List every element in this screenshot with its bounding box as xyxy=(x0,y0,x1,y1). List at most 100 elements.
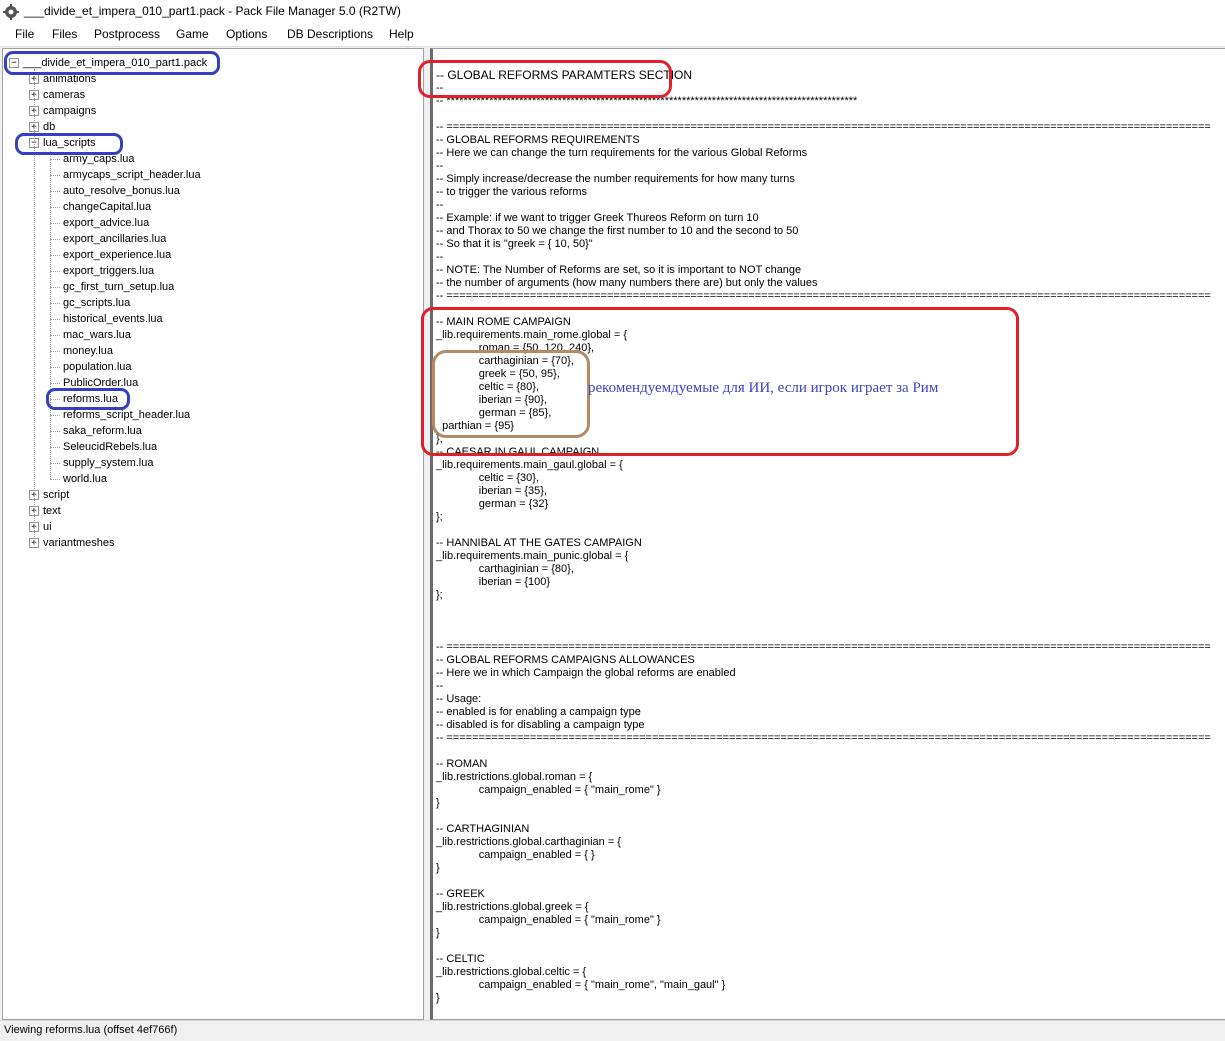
tree-file-item[interactable]: world.lua xyxy=(61,471,109,487)
tree-connector xyxy=(50,367,60,368)
splitter[interactable] xyxy=(424,48,429,1018)
tree-file-item[interactable]: SeleucidRebels.lua xyxy=(61,439,159,455)
tree-folder-ui[interactable]: ui xyxy=(41,519,54,535)
code-line: -- to trigger the various reforms xyxy=(436,186,587,198)
status-bar: Viewing reforms.lua (offset 4ef766f) xyxy=(0,1020,1225,1041)
tree-file-item[interactable]: money.lua xyxy=(61,343,115,359)
tree-connector xyxy=(50,223,60,224)
code-line: -- GREEK xyxy=(436,888,485,900)
code-line: -- CARTHAGINIAN xyxy=(436,823,530,835)
section-title-highlight-mark xyxy=(418,60,672,98)
pack-tree-view[interactable]: − ___divide_et_impera_010_part1.pack + anim… xyxy=(2,48,424,1020)
tree-folder-script[interactable]: script xyxy=(41,487,71,503)
code-line: -- NOTE: The Number of Reforms are set, … xyxy=(436,264,802,276)
tree-connector xyxy=(50,191,60,192)
tree-file-item[interactable]: changeCapital.lua xyxy=(61,199,153,215)
menu-postprocess[interactable]: Postprocess xyxy=(94,27,160,41)
tree-file-item[interactable]: gc_scripts.lua xyxy=(61,295,132,311)
annotation-note: рекомендуемдуемые для ИИ, если игрок игр… xyxy=(588,380,939,396)
menu-db-descriptions[interactable]: DB Descriptions xyxy=(287,27,373,41)
window-title: ___divide_et_impera_010_part1.pack - Pac… xyxy=(24,4,401,18)
tree-node-label: ui xyxy=(43,521,52,533)
code-line: _lib.requirements.main_gaul.global = { xyxy=(436,459,623,471)
code-line: -- xyxy=(436,160,444,172)
code-line: iberian = {100} xyxy=(436,576,551,588)
code-line: -- ROMAN xyxy=(436,758,488,770)
tree-file-item[interactable]: export_triggers.lua xyxy=(61,263,156,279)
tree-node-label: script xyxy=(43,489,70,501)
root-highlight-mark xyxy=(4,51,220,75)
tree-file-item[interactable]: gc_first_turn_setup.lua xyxy=(61,279,176,295)
code-line: _lib.restrictions.global.roman = { xyxy=(436,771,593,783)
tree-node-label: gc_first_turn_setup.lua xyxy=(63,281,175,293)
tree-connector xyxy=(50,287,60,288)
tree-file-item[interactable]: saka_reform.lua xyxy=(61,423,144,439)
title-bar: ___divide_et_impera_010_part1.pack - Pac… xyxy=(0,0,1225,24)
tree-connector xyxy=(50,175,60,176)
code-line: } xyxy=(436,862,440,874)
code-line: -- Simply increase/decrease the number r… xyxy=(436,173,795,185)
tree-node-label: historical_events.lua xyxy=(63,313,163,325)
code-line: iberian = {35}, xyxy=(436,485,547,497)
tree-file-item[interactable]: armycaps_script_header.lua xyxy=(61,167,203,183)
tree-connector xyxy=(50,151,51,479)
code-line: campaign_enabled = { "main_rome", "main_… xyxy=(436,979,726,991)
code-line: }; xyxy=(436,511,443,523)
tree-file-item[interactable]: population.lua xyxy=(61,359,134,375)
code-line: celtic = {30}, xyxy=(436,472,540,484)
code-line: -- =====================================… xyxy=(436,121,1211,133)
tree-node-label: db xyxy=(43,121,56,133)
menu-options[interactable]: Options xyxy=(226,27,267,41)
code-line: -- disabled is for disabling a campaign … xyxy=(436,719,645,731)
tree-node-label: export_ancillaries.lua xyxy=(63,233,167,245)
tree-connector xyxy=(50,431,60,432)
tree-file-item[interactable]: supply_system.lua xyxy=(61,455,156,471)
tree-node-label: money.lua xyxy=(63,345,113,357)
code-line: -- Here we can change the turn requireme… xyxy=(436,147,808,159)
tree-folder-campaigns[interactable]: campaigns xyxy=(41,103,98,119)
code-line: -- Usage: xyxy=(436,693,482,705)
code-editor[interactable]: -- GLOBAL REFORMS PARAMTERS SECTION -- -- … xyxy=(430,48,1225,1020)
menu-files[interactable]: Files xyxy=(52,27,77,41)
tree-connector xyxy=(50,303,60,304)
code-line: -- enabled is for enabling a campaign ty… xyxy=(436,706,641,718)
tree-connector xyxy=(50,239,60,240)
tree-file-item[interactable]: export_advice.lua xyxy=(61,215,151,231)
menu-bar: File Files Postprocess Game Options DB D… xyxy=(0,24,1225,47)
tree-connector xyxy=(50,463,60,464)
tree-connector xyxy=(50,447,60,448)
code-line: campaign_enabled = { } xyxy=(436,849,595,861)
menu-game[interactable]: Game xyxy=(176,27,209,41)
menu-help[interactable]: Help xyxy=(389,27,414,41)
factions-highlight-mark xyxy=(432,350,590,438)
tree-node-label: export_triggers.lua xyxy=(63,265,155,277)
tree-folder-variantmeshes[interactable]: variantmeshes xyxy=(41,535,117,551)
tree-file-item[interactable]: historical_events.lua xyxy=(61,311,165,327)
code-line: } xyxy=(436,992,440,1004)
tree-node-label: gc_scripts.lua xyxy=(63,297,131,309)
tree-node-label: armycaps_script_header.lua xyxy=(63,169,201,181)
tree-file-item[interactable]: export_ancillaries.lua xyxy=(61,231,168,247)
tree-file-item[interactable]: auto_resolve_bonus.lua xyxy=(61,183,182,199)
tree-connector xyxy=(50,351,60,352)
tree-file-item[interactable]: mac_wars.lua xyxy=(61,327,133,343)
tree-node-label: saka_reform.lua xyxy=(63,425,142,437)
code-line: -- xyxy=(436,199,444,211)
tree-node-label: SeleucidRebels.lua xyxy=(63,441,158,453)
gear-icon[interactable] xyxy=(3,4,19,20)
tree-folder-cameras[interactable]: cameras xyxy=(41,87,87,103)
code-line: -- =====================================… xyxy=(436,641,1211,653)
tree-file-item[interactable]: export_experience.lua xyxy=(61,247,173,263)
tree-folder-text[interactable]: text xyxy=(41,503,63,519)
tree-node-label: export_advice.lua xyxy=(63,217,150,229)
menu-file[interactable]: File xyxy=(15,27,34,41)
tree-connector xyxy=(50,479,60,480)
code-line: _lib.requirements.main_punic.global = { xyxy=(436,550,629,562)
tree-connector xyxy=(50,159,60,160)
code-line: -- So that it is "greek = { 10, 50}" xyxy=(436,238,593,250)
lua-scripts-highlight-mark xyxy=(15,133,123,155)
code-line: -- Example: if we want to trigger Greek … xyxy=(436,212,759,224)
tree-node-label: changeCapital.lua xyxy=(63,201,152,213)
code-line: campaign_enabled = { "main_rome" } xyxy=(436,914,661,926)
tree-node-label: world.lua xyxy=(63,473,108,485)
